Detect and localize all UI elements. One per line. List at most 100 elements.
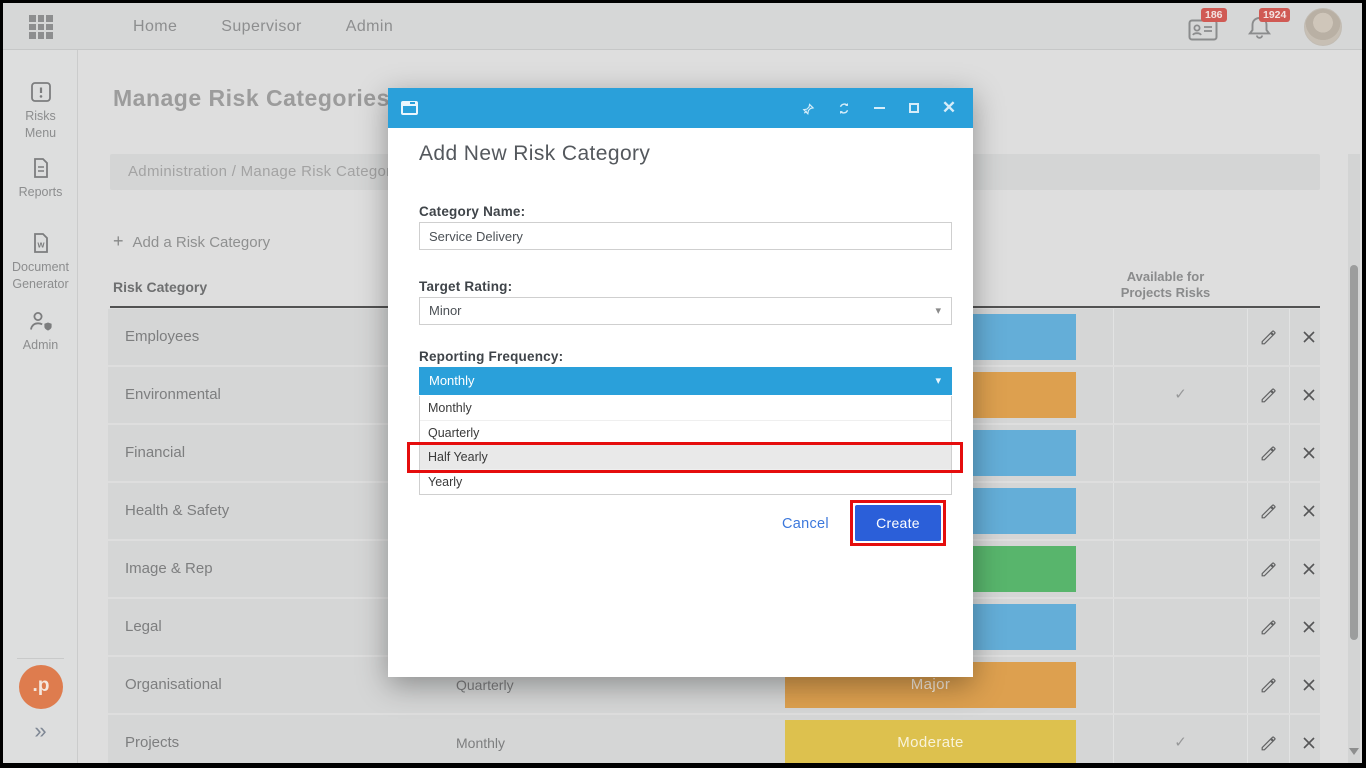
available-check-icon [1113,599,1247,655]
edit-button[interactable] [1247,425,1289,481]
create-button[interactable]: Create [855,505,941,541]
risk-alert-icon [29,80,53,104]
reporting-frequency-label: Reporting Frequency: [419,349,563,364]
x-icon [1302,678,1316,692]
sidebar-expand-chevrons[interactable]: » [3,718,78,744]
chevron-down-icon: ▾ [935,298,941,324]
edit-button[interactable] [1247,657,1289,713]
delete-button[interactable] [1289,657,1327,713]
risk-category-cell: Employees [125,309,199,365]
avatar[interactable] [1304,8,1342,46]
target-rating-select[interactable]: Minor ▾ [419,297,952,325]
edit-button[interactable] [1247,309,1289,365]
column-header-available: Available for Projects Risks [1063,269,1268,301]
delete-button[interactable] [1289,309,1327,365]
risk-category-cell: Image & Rep [125,541,213,597]
top-bar: Home Supervisor Admin 186 1924 [3,3,1362,50]
reporting-frequency-value: Monthly [429,373,475,388]
x-icon [1302,562,1316,576]
nav-admin[interactable]: Admin [346,18,393,36]
pin-icon[interactable] [802,101,816,115]
risk-category-cell: Organisational [125,657,222,713]
contacts-badge: 186 [1201,8,1227,22]
add-risk-category-modal: ✕ Add New Risk Category Category Name: T… [388,88,973,677]
table-row: ProjectsMonthlyModerate✓ [108,715,1320,763]
delete-button[interactable] [1289,367,1327,423]
app-grid-icon[interactable] [29,15,53,39]
target-rating-value: Minor [429,303,462,318]
frequency-option[interactable]: Quarterly [420,421,951,446]
maximize-icon[interactable] [907,101,921,115]
bell-icon[interactable]: 1924 [1246,13,1278,41]
top-right-icons: 186 1924 [1188,3,1342,50]
frequency-option[interactable]: Yearly [420,470,951,495]
admin-user-shield-icon [27,309,55,333]
close-icon[interactable]: ✕ [942,101,956,115]
risk-category-cell: Financial [125,425,185,481]
category-name-input[interactable] [419,222,952,250]
svg-text:w: w [36,240,45,250]
frequency-options-list: MonthlyQuarterlyHalf YearlyYearly [419,396,952,495]
sidebar: Risks Menu Reports w Document Generator … [3,50,78,763]
add-risk-category-link[interactable]: +Add a Risk Category [113,231,270,252]
frequency-option[interactable]: Half Yearly [420,445,951,470]
x-icon [1302,446,1316,460]
sidebar-label: Reports [3,184,78,201]
sidebar-item-reports[interactable]: Reports [3,156,78,201]
reporting-frequency-cell: Monthly [456,715,505,763]
sidebar-label: Admin [3,337,78,354]
frequency-option[interactable]: Monthly [420,396,951,421]
sidebar-label: Document Generator [3,259,78,293]
nav-supervisor[interactable]: Supervisor [221,18,301,36]
nav-home[interactable]: Home [133,18,177,36]
sidebar-item-risks-menu[interactable]: Risks Menu [3,80,78,142]
delete-button[interactable] [1289,715,1327,763]
chevron-down-icon: ▾ [935,368,941,394]
brand-logo[interactable]: .p [19,665,63,709]
reporting-frequency-select[interactable]: Monthly ▾ [419,367,952,395]
x-icon [1302,388,1316,402]
risk-category-cell: Projects [125,715,179,763]
edit-button[interactable] [1247,599,1289,655]
pencil-icon [1259,502,1278,521]
sidebar-item-admin[interactable]: Admin [3,309,78,354]
contacts-card-icon[interactable]: 186 [1188,13,1220,41]
edit-button[interactable] [1247,715,1289,763]
annotation-highlight-create: Create [850,500,946,546]
available-check-icon [1113,657,1247,713]
window-icon [401,101,418,115]
x-icon [1302,620,1316,634]
risk-category-cell: Health & Safety [125,483,229,539]
scrollbar-thumb[interactable] [1350,265,1358,640]
delete-button[interactable] [1289,425,1327,481]
edit-button[interactable] [1247,483,1289,539]
pencil-icon [1259,444,1278,463]
target-rating-badge: Moderate [785,720,1076,763]
app-window: Home Supervisor Admin 186 1924 [3,3,1362,763]
x-icon [1302,736,1316,750]
available-check-icon: ✓ [1113,367,1247,423]
top-menu: Home Supervisor Admin [133,3,393,50]
scrollbar-down-arrow[interactable] [1349,748,1359,755]
pencil-icon [1259,386,1278,405]
edit-button[interactable] [1247,541,1289,597]
sidebar-item-document-generator[interactable]: w Document Generator [3,231,78,293]
cancel-button[interactable]: Cancel [782,516,829,532]
word-document-icon: w [29,231,53,255]
plus-icon: + [113,231,124,251]
available-check-icon [1113,309,1247,365]
delete-button[interactable] [1289,599,1327,655]
refresh-icon[interactable] [837,101,851,115]
page-title: Manage Risk Categories [113,85,390,112]
bell-badge: 1924 [1259,8,1290,22]
delete-button[interactable] [1289,483,1327,539]
x-icon [1302,504,1316,518]
screenshot-frame: Home Supervisor Admin 186 1924 [0,0,1366,768]
edit-button[interactable] [1247,367,1289,423]
pencil-icon [1259,734,1278,753]
delete-button[interactable] [1289,541,1327,597]
minimize-icon[interactable] [872,101,886,115]
available-check-icon [1113,541,1247,597]
sidebar-label: Risks Menu [3,108,78,142]
modal-title: Add New Risk Category [419,142,650,166]
